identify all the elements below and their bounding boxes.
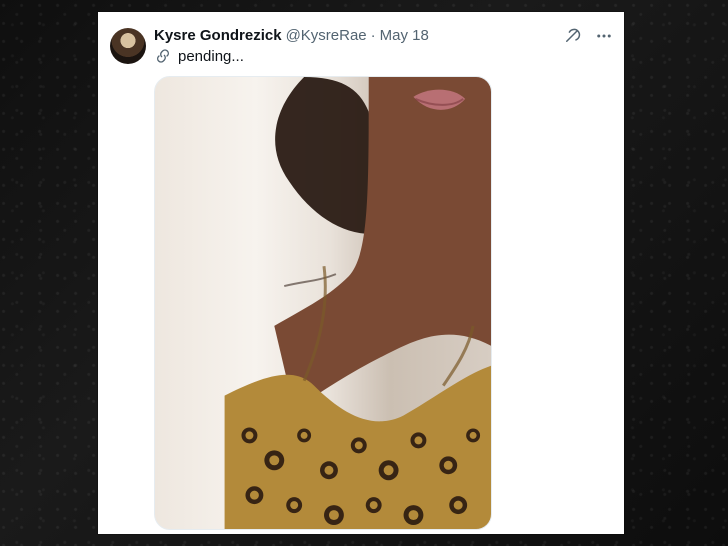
tweet-text: pending... bbox=[154, 46, 244, 66]
author-line: Kysre Gondrezick @KysreRae · May 18 bbox=[154, 27, 429, 47]
link-icon-svg bbox=[157, 49, 169, 63]
avatar[interactable] bbox=[110, 28, 146, 64]
link-icon bbox=[154, 47, 172, 65]
tweet-actions-top bbox=[562, 26, 614, 46]
meta-separator: · bbox=[370, 27, 376, 44]
tweet-card: Kysre Gondrezick @KysreRae · May 18 pend… bbox=[98, 12, 624, 534]
tweet-text-content: pending... bbox=[178, 47, 244, 65]
photo-illustration bbox=[224, 77, 491, 529]
tweet-photo bbox=[155, 77, 491, 529]
more-icon[interactable] bbox=[594, 26, 614, 46]
more-icon-svg bbox=[597, 34, 611, 38]
author-display-name[interactable]: Kysre Gondrezick bbox=[154, 27, 282, 44]
grok-icon[interactable] bbox=[562, 26, 582, 46]
tweet-date[interactable]: May 18 bbox=[380, 27, 429, 44]
tweet-media[interactable] bbox=[154, 76, 492, 530]
author-handle[interactable]: @KysreRae bbox=[286, 27, 367, 44]
grok-icon-svg bbox=[566, 28, 581, 42]
